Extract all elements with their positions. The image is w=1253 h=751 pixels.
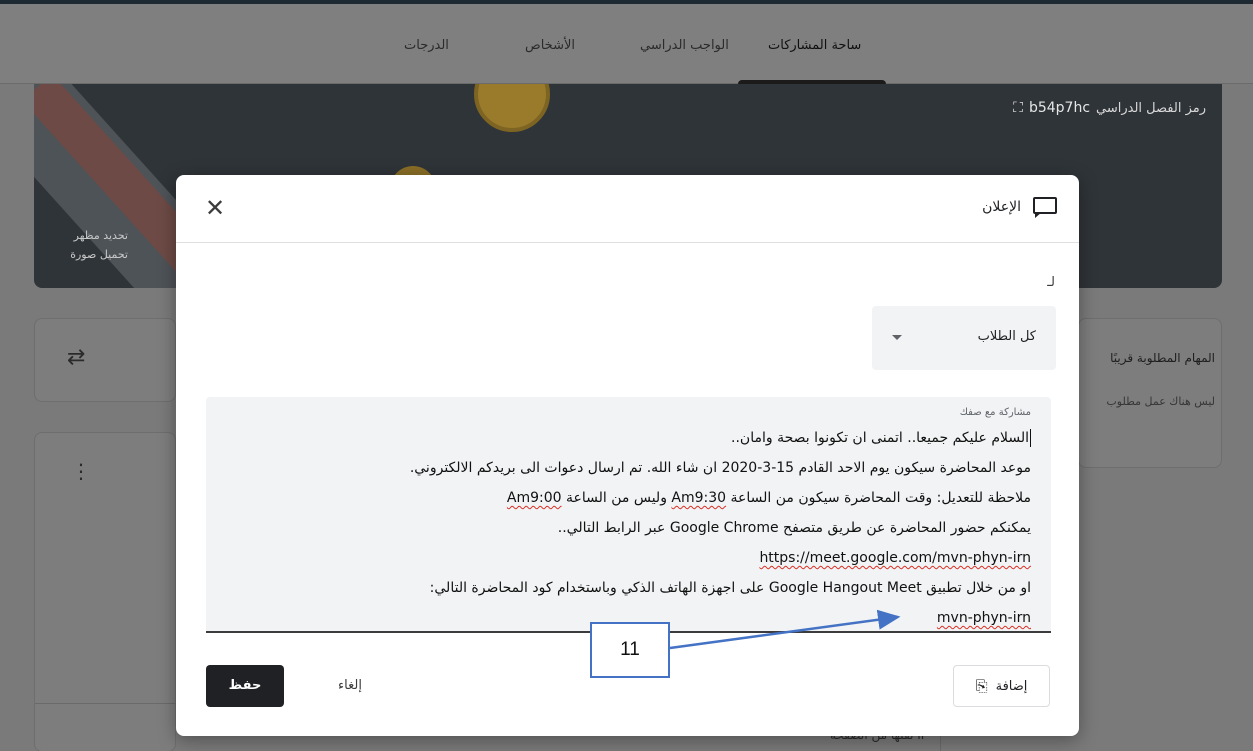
tab-bar: ساحة المشاركات الواجب الدراسي الأشخاص ال… (0, 4, 1253, 88)
for-label: لـ (1047, 275, 1055, 290)
save-button[interactable]: حفظ (206, 665, 284, 707)
add-label: إضافة (995, 678, 1028, 694)
audience-value: كل الطلاب (977, 329, 1036, 344)
text-line: https://meet.google.com/mvn-phyn-irn (231, 545, 1031, 575)
tab-stream[interactable]: ساحة المشاركات (768, 38, 861, 53)
add-attachment-button[interactable]: إضافة ⎘ (953, 665, 1050, 707)
divider (35, 703, 177, 704)
tab-grades[interactable]: الدرجات (404, 38, 449, 53)
cancel-button[interactable]: إلغاء (320, 665, 380, 707)
text-line: يمكنكم حضور المحاضرة عن طريق متصفح Googl… (557, 520, 1031, 536)
chevron-down-icon (892, 335, 902, 340)
upcoming-empty: ليس هناك عمل مطلوب (1106, 395, 1215, 408)
banner-illustration-coin (474, 84, 550, 132)
close-icon[interactable]: ✕ (202, 195, 228, 221)
meet-link: https://meet.google.com/mvn-phyn-irn (759, 550, 1031, 566)
repost-card: ⇄ (34, 318, 176, 402)
class-code-value: b54p7hc (1028, 100, 1091, 116)
text-line: السلام عليكم جميعا.. اتمنى ان تكونوا بصح… (731, 429, 1031, 447)
dialog-title: الإعلان (982, 197, 1057, 218)
repeat-icon[interactable]: ⇄ (67, 345, 85, 370)
text-line: ملاحظة للتعديل: وقت المحاضرة سيكون من ال… (506, 490, 1031, 506)
upcoming-title: المهام المطلوبة قريبًا (1110, 351, 1215, 365)
class-code: رمز الفصل الدراسي b54p7hc ⛶ (1013, 100, 1206, 116)
text-line: او من خلال تطبيق Google Hangout Meet على… (429, 580, 1031, 596)
announcement-text: السلام عليكم جميعا.. اتمنى ان تكونوا بصح… (231, 425, 1031, 635)
annotation-callout: 11 (590, 622, 670, 678)
textarea-label: مشاركة مع صفك (959, 407, 1031, 418)
announcement-textarea[interactable]: مشاركة مع صفك السلام عليكم جميعا.. اتمنى… (206, 397, 1051, 633)
text-cursor (1030, 429, 1031, 447)
post-card: ⋮ (34, 432, 177, 751)
text-line: موعد المحاضرة سيكون يوم الاحد القادم 15-… (409, 460, 1031, 476)
expand-icon[interactable]: ⛶ (1013, 100, 1023, 116)
upload-photo-link[interactable]: تحميل صورة (58, 245, 128, 264)
tab-classwork[interactable]: الواجب الدراسي (640, 38, 729, 53)
paperclip-icon: ⎘ (975, 677, 988, 695)
announcement-icon (1033, 197, 1057, 218)
class-code-label: رمز الفصل الدراسي (1096, 100, 1206, 116)
dialog-title-text: الإعلان (982, 199, 1021, 215)
banner-customize: تحديد مظهر تحميل صورة (58, 226, 128, 264)
more-options-icon[interactable]: ⋮ (71, 459, 91, 483)
audience-select[interactable]: كل الطلاب (872, 306, 1056, 370)
dialog-header: ✕ الإعلان (176, 175, 1079, 243)
select-theme-link[interactable]: تحديد مظهر (58, 226, 128, 245)
upcoming-card: المهام المطلوبة قريبًا ليس هناك عمل مطلو… (1078, 318, 1222, 468)
tab-people[interactable]: الأشخاص (525, 38, 575, 53)
meet-code: mvn-phyn-irn (936, 610, 1031, 626)
